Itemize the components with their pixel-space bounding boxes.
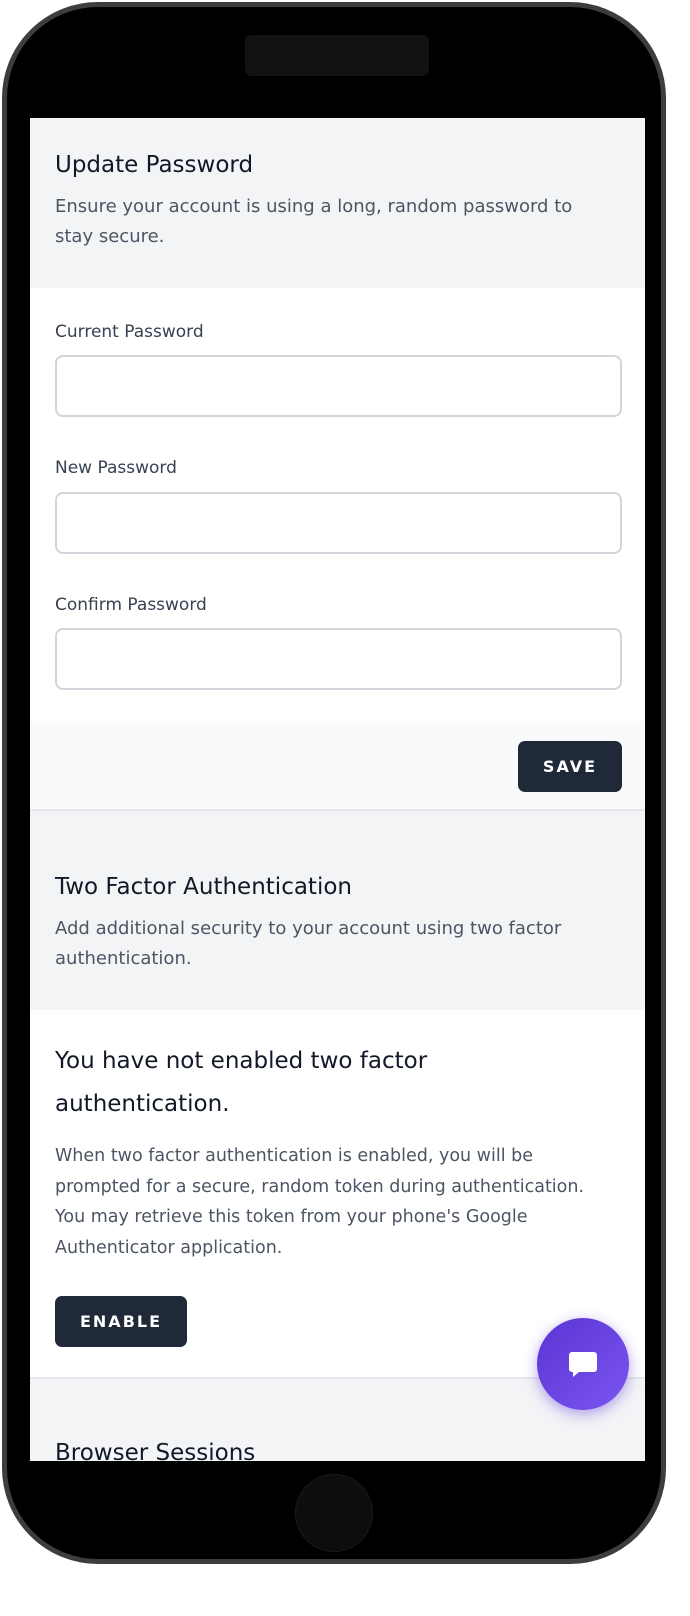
confirm-password-label: Confirm Password bbox=[55, 595, 207, 615]
save-button[interactable]: SAVE bbox=[518, 741, 622, 792]
confirm-password-input[interactable] bbox=[55, 628, 622, 690]
phone-notch bbox=[245, 35, 429, 76]
chat-bubble-icon bbox=[569, 1352, 597, 1377]
enable-button[interactable]: ENABLE bbox=[55, 1296, 187, 1347]
update-password-description: Ensure your account is using a long, ran… bbox=[55, 196, 573, 247]
current-password-input[interactable] bbox=[55, 355, 622, 417]
two-factor-status-title: You have not enabled two factor authenti… bbox=[55, 1048, 428, 1117]
update-password-title: Update Password bbox=[55, 152, 254, 178]
update-password-header: Update Password Ensure your account is u… bbox=[55, 152, 595, 252]
update-password-actions: SAVE bbox=[30, 721, 645, 811]
two-factor-card: You have not enabled two factor authenti… bbox=[30, 1010, 645, 1379]
two-factor-description: Add additional security to your account … bbox=[55, 918, 562, 969]
chat-button[interactable] bbox=[537, 1318, 629, 1410]
home-button[interactable] bbox=[295, 1474, 373, 1552]
update-password-form: Current Password New Password Confirm Pa… bbox=[30, 288, 645, 721]
browser-sessions-title: Browser Sessions bbox=[55, 1440, 256, 1461]
current-password-label: Current Password bbox=[55, 322, 204, 342]
two-factor-status-description: When two factor authentication is enable… bbox=[55, 1146, 585, 1258]
new-password-input[interactable] bbox=[55, 492, 622, 554]
browser-sessions-header: Browser Sessions bbox=[55, 1440, 595, 1461]
two-factor-title: Two Factor Authentication bbox=[55, 874, 352, 900]
two-factor-header: Two Factor Authentication Add additional… bbox=[55, 874, 595, 974]
screen: Update Password Ensure your account is u… bbox=[30, 118, 645, 1461]
new-password-label: New Password bbox=[55, 458, 177, 478]
